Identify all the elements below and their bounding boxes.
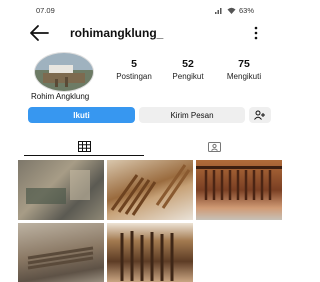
more-vertical-icon[interactable]	[252, 25, 260, 41]
active-tab-indicator	[24, 155, 144, 156]
post-image-bamboo-rack	[196, 166, 282, 200]
stat-posts-label: Postingan	[116, 72, 152, 81]
profile-username: rohimangklung_	[70, 26, 164, 40]
battery-text: 63%	[238, 6, 254, 15]
stat-following-label: Mengikuti	[226, 72, 262, 81]
tab-posts-grid[interactable]	[24, 135, 144, 157]
status-bar: 07.09 63%	[0, 0, 282, 20]
post-image-materials	[27, 246, 94, 270]
arrow-left-icon[interactable]	[28, 24, 50, 42]
add-user-icon	[254, 110, 265, 120]
tab-tagged[interactable]	[154, 135, 274, 157]
post-thumbnail[interactable]	[107, 223, 193, 282]
post-thumbnail[interactable]	[107, 160, 193, 220]
status-time: 07.09	[36, 6, 55, 15]
wifi-icon	[227, 7, 236, 14]
post-thumbnail[interactable]	[18, 160, 104, 220]
profile-header: rohimangklung_	[0, 22, 282, 44]
signal-icon	[214, 8, 222, 14]
post-thumbnail[interactable]	[18, 223, 104, 282]
post-image-bamboo-poles	[120, 231, 174, 281]
stat-followers[interactable]: 52 Pengikut	[164, 58, 212, 81]
follow-button[interactable]: Ikuti	[28, 107, 135, 123]
avatar-image	[43, 65, 85, 87]
profile-tabs	[0, 135, 282, 157]
post-thumbnail[interactable]	[196, 160, 282, 220]
grid-icon	[77, 140, 91, 152]
add-user-button[interactable]	[249, 107, 271, 123]
post-image-workshop	[26, 170, 90, 204]
stat-following-count: 75	[238, 58, 250, 70]
profile-avatar[interactable]	[34, 52, 94, 92]
stat-following[interactable]: 75 Mengikuti	[218, 58, 270, 81]
status-icons: 63%	[214, 6, 254, 15]
stat-posts[interactable]: 5 Postingan	[110, 58, 158, 81]
tagged-photos-icon	[207, 141, 221, 152]
stat-followers-count: 52	[182, 58, 194, 70]
send-message-button[interactable]: Kirim Pesan	[139, 107, 245, 123]
profile-display-name: Rohim Angklung	[31, 92, 90, 101]
stat-followers-label: Pengikut	[172, 72, 204, 81]
stat-posts-count: 5	[131, 58, 137, 70]
post-image-angklung	[110, 164, 191, 216]
